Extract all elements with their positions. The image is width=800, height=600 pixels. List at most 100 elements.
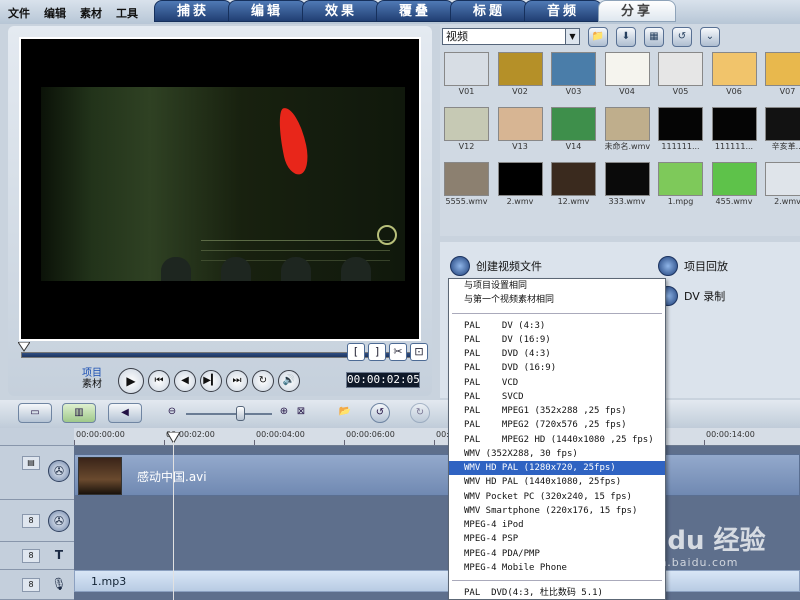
format-menu-item[interactable]: 与项目设置相同	[449, 279, 665, 293]
audio-view-icon[interactable]: ◀	[108, 403, 142, 423]
library-thumbnail[interactable]: V05	[658, 52, 703, 99]
split-scissors-icon[interactable]: ✂	[389, 343, 407, 361]
library-thumbnail[interactable]: 辛亥革...	[765, 107, 800, 154]
project-folder-icon[interactable]: 📂	[334, 403, 356, 423]
refresh-icon[interactable]: ↺	[672, 27, 692, 47]
format-menu-item[interactable]: PAL SVCD	[449, 390, 665, 404]
video-clip-name: 感动中国.avi	[137, 470, 207, 484]
format-menu-item[interactable]: WMV HD PAL (1440x1080, 25fps)	[449, 475, 665, 489]
thumbnail-caption: V04	[619, 87, 635, 96]
volume-icon[interactable]: 🔊	[278, 370, 300, 392]
format-menu-item[interactable]: PAL DV (4:3)	[449, 319, 665, 333]
format-menu-item[interactable]: PAL DV (16:9)	[449, 333, 665, 347]
repeat-icon[interactable]: ↻	[252, 370, 274, 392]
go-start-icon[interactable]: ⏮	[148, 370, 170, 392]
play-icon[interactable]: ▶	[118, 368, 144, 394]
thumbnail-image	[711, 162, 757, 196]
track-lock[interactable]: 8	[22, 578, 40, 592]
microphone-icon: 🎙	[51, 577, 67, 591]
project-playback-button[interactable]: 项目回放	[658, 256, 728, 276]
library-thumbnail[interactable]: V13	[497, 107, 543, 154]
folder-open-icon[interactable]: 📁	[588, 27, 608, 47]
library-thumbnail[interactable]: V01	[444, 52, 489, 99]
prev-frame-icon[interactable]: ◀	[174, 370, 196, 392]
menu-file[interactable]: 文件	[8, 5, 30, 21]
format-menu-item[interactable]: PAL MPEG2 (720x576 ,25 fps)	[449, 418, 665, 432]
time-ruler[interactable]: 00:00:00:00 00:00:02:00 00:00:04:00 00:00:0…	[74, 428, 800, 446]
mark-out-button[interactable]: ]	[368, 343, 386, 361]
library-thumbnail[interactable]: 2.wmv	[765, 162, 800, 209]
tab-effect[interactable]: 效果	[302, 0, 380, 22]
library-thumbnail[interactable]: 333.wmv	[604, 162, 650, 209]
mark-in-button[interactable]: [	[347, 343, 365, 361]
undo-icon[interactable]: ↺	[370, 403, 390, 423]
format-menu-item[interactable]: PAL MPEG2 HD (1440x1080 ,25 fps)	[449, 433, 665, 447]
mode-project[interactable]: 项目	[82, 368, 102, 379]
format-menu-item[interactable]: WMV Pocket PC (320x240, 15 fps)	[449, 490, 665, 504]
thumbnail-caption: 12.wmv	[557, 197, 590, 206]
library-manager-icon[interactable]: ▦	[644, 27, 664, 47]
format-menu-item[interactable]: PAL VCD	[449, 376, 665, 390]
library-thumbnail[interactable]: V04	[604, 52, 650, 99]
thumbnail-caption: V13	[512, 142, 528, 151]
library-thumbnail[interactable]: 111111...	[711, 107, 757, 154]
audio-clip[interactable]: 1.mp3	[74, 570, 800, 592]
menu-clip[interactable]: 素材	[80, 5, 102, 21]
library-thumbnail[interactable]: V12	[444, 107, 489, 154]
format-menu-item[interactable]: WMV Smartphone (220x176, 15 fps)	[449, 504, 665, 518]
zoom-slider[interactable]	[186, 413, 272, 415]
fit-icon[interactable]: ⊠	[294, 403, 308, 423]
tab-audio[interactable]: 音频	[524, 0, 602, 22]
library-thumbnail[interactable]: V03	[551, 52, 596, 99]
format-menu-item[interactable]: PAL MPEG1 (352x288 ,25 fps)	[449, 404, 665, 418]
library-thumbnail[interactable]: 5555.wmv	[444, 162, 489, 209]
format-menu-item[interactable]: WMV HD PAL (1280x720, 25fps)	[449, 461, 665, 476]
next-frame-icon[interactable]: ▶▎	[200, 370, 222, 392]
zoom-slider-thumb[interactable]	[236, 406, 245, 421]
library-thumbnail[interactable]: 未命名.wmv	[604, 107, 650, 154]
import-icon[interactable]: ⬇	[616, 27, 636, 47]
library-thumbnail[interactable]: V14	[551, 107, 596, 154]
mode-clip[interactable]: 素材	[82, 379, 102, 390]
format-menu-item[interactable]: PAL DVD(4:3, 杜比数码 5.1)	[449, 586, 665, 599]
format-menu-item[interactable]: 与第一个视频素材相同	[449, 293, 665, 307]
storyboard-view-icon[interactable]: ▭	[18, 403, 52, 423]
dropdown-arrow-icon[interactable]: ▼	[565, 29, 579, 44]
expand-icon[interactable]: ⌄	[700, 27, 720, 47]
create-video-file-button[interactable]: 创建视频文件	[450, 256, 542, 276]
menu-edit[interactable]: 编辑	[44, 5, 66, 21]
scrub-marker-icon[interactable]	[18, 342, 30, 352]
zoom-out-icon[interactable]: ⊖	[164, 403, 180, 423]
playhead[interactable]	[173, 442, 174, 600]
library-thumbnail[interactable]: V02	[497, 52, 543, 99]
video-clip[interactable]: 感动中国.avi	[74, 454, 800, 496]
tab-overlay[interactable]: 覆叠	[376, 0, 454, 22]
library-thumbnail[interactable]: 111111...	[658, 107, 703, 154]
library-thumbnail[interactable]: V07	[765, 52, 800, 99]
tab-title[interactable]: 标题	[450, 0, 528, 22]
fullscreen-icon[interactable]: ⊡	[410, 343, 428, 361]
tab-edit[interactable]: 编辑	[228, 0, 306, 22]
redo-icon[interactable]: ↻	[410, 403, 430, 423]
format-menu-item[interactable]: PAL DVD (16:9)	[449, 361, 665, 375]
menu-tools[interactable]: 工具	[116, 5, 138, 21]
library-category-select[interactable]: 视频 ▼	[442, 28, 580, 45]
tab-share[interactable]: 分享	[598, 0, 676, 22]
format-menu-item[interactable]: WMV (352X288, 30 fps)	[449, 447, 665, 461]
dv-record-button[interactable]: DV 录制	[658, 286, 725, 306]
library-thumbnail[interactable]: 1.mpg	[658, 162, 703, 209]
library-thumbnail[interactable]: 455.wmv	[711, 162, 757, 209]
tab-capture[interactable]: 捕获	[154, 0, 232, 22]
zoom-in-icon[interactable]: ⊕	[276, 403, 292, 423]
library-thumbnail[interactable]: V06	[711, 52, 757, 99]
track-lock[interactable]: 8	[22, 549, 40, 563]
library-thumbnail[interactable]: 12.wmv	[551, 162, 596, 209]
thumbnail-caption: 111111...	[714, 142, 754, 151]
library-thumbnail[interactable]: 2.wmv	[497, 162, 543, 209]
track-lock[interactable]: 8	[22, 514, 40, 528]
go-end-icon[interactable]: ⏭	[226, 370, 248, 392]
track-toggle[interactable]: ▤	[22, 456, 40, 470]
timecode-display[interactable]: 00:00:02:05	[346, 372, 420, 388]
format-menu-item[interactable]: PAL DVD (4:3)	[449, 347, 665, 361]
timeline-view-icon[interactable]: ▥	[62, 403, 96, 423]
